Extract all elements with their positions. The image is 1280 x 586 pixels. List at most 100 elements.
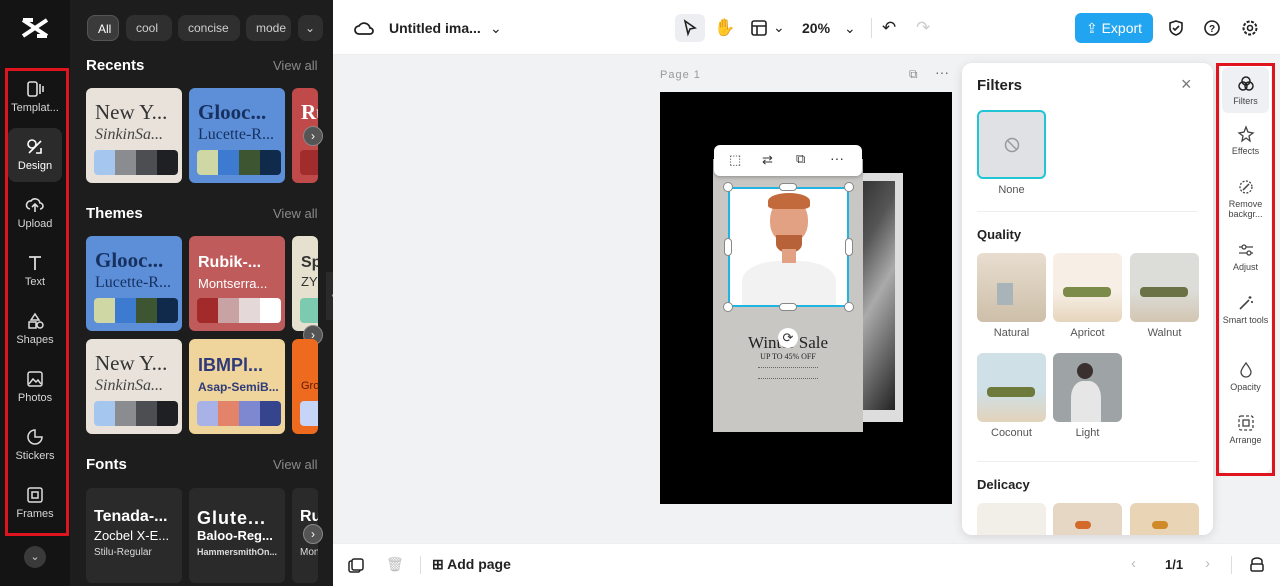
chip-modern[interactable]: mode [246, 15, 291, 41]
canvas-page[interactable]: Winter Sale UP TO 45% OFF ⟳ ⬚ ⇄ ⧉ ··· [660, 92, 952, 504]
export-button[interactable]: ⇪ Export [1075, 13, 1153, 43]
add-page-button[interactable]: ⊞ Add page [432, 556, 511, 573]
theme-card[interactable]: IBMPl... Asap-SemiB... [189, 339, 285, 434]
theme-card[interactable]: New Y... SinkinSa... [86, 339, 182, 434]
font-pair-2: Stilu-Regular [94, 547, 152, 558]
export-label: Export [1101, 20, 1143, 36]
rail-photos[interactable]: Photos [8, 360, 62, 414]
hand-tool-button[interactable]: ✋ [713, 14, 737, 42]
card-title: Glooc... [95, 248, 164, 272]
font-card[interactable]: Glute... Baloo-Reg... HammersmithOn... [189, 488, 285, 583]
arrange-icon [1237, 415, 1254, 431]
rail-text[interactable]: Text [8, 244, 62, 298]
recents-next-button[interactable]: › [303, 126, 323, 146]
card-title: New Y... [95, 100, 168, 124]
redo-button[interactable]: ↷ [916, 14, 930, 42]
fonts-next-button[interactable]: › [303, 524, 323, 544]
tool-smart-tools[interactable]: Smart tools [1222, 294, 1269, 325]
filter-apricot[interactable] [1053, 253, 1122, 322]
zoom-level[interactable]: 20% [802, 14, 830, 42]
font-pair: Zocbel X-E... [94, 528, 170, 543]
tool-label: Remove backgr... [1228, 199, 1263, 219]
theme-card[interactable]: Sp ZY [292, 236, 318, 331]
poster-subtitle[interactable]: UP TO 45% OFF [713, 352, 863, 361]
filter-delicacy[interactable] [977, 503, 1046, 535]
filter-delicacy[interactable] [1053, 503, 1122, 535]
filter-coconut[interactable] [977, 353, 1046, 422]
rail-design[interactable]: Design [8, 128, 62, 182]
tool-opacity[interactable]: Opacity [1222, 361, 1269, 392]
previous-page-icon[interactable]: ‹ [1131, 555, 1136, 572]
bottom-bar: 🗑 ⊞ Add page ‹ 1/1 › [333, 543, 1280, 586]
resize-handle[interactable] [845, 238, 853, 256]
resize-handle[interactable] [723, 302, 733, 312]
theme-card[interactable]: Rubik-... Montserra... [189, 236, 285, 331]
rail-stickers[interactable]: Stickers [8, 418, 62, 472]
page-more-icon[interactable]: ··· [935, 64, 949, 80]
rail-shapes[interactable]: Shapes [8, 302, 62, 356]
theme-card[interactable]: Gro [292, 339, 318, 434]
resize-handle[interactable] [844, 182, 854, 192]
replace-icon[interactable]: ⇄ [762, 152, 773, 168]
copy-icon[interactable]: ⧉ [796, 151, 805, 167]
recents-view-all[interactable]: View all [273, 58, 318, 73]
close-icon[interactable]: × [1181, 74, 1192, 95]
document-title[interactable]: Untitled ima... [389, 14, 481, 42]
chip-concise[interactable]: concise [178, 15, 240, 41]
rail-label: Upload [17, 218, 53, 230]
help-icon[interactable]: ? [1203, 14, 1221, 42]
resize-handle[interactable] [723, 182, 733, 192]
layers-icon[interactable] [1249, 557, 1265, 573]
top-bar: Untitled ima... ⌄ ✋ ⌄ 20% ⌄ ↶ ↷ ⇪ Export… [333, 0, 1280, 55]
pages-icon[interactable] [348, 558, 364, 574]
selection-box[interactable] [728, 187, 849, 307]
chip-expand-button[interactable]: ⌄ [298, 15, 323, 41]
undo-button[interactable]: ↶ [882, 14, 896, 42]
shield-icon[interactable] [1167, 14, 1185, 42]
layout-button[interactable]: ⌄ [751, 14, 787, 42]
chevron-down-icon: ⌄ [773, 19, 785, 35]
filter-natural[interactable] [977, 253, 1046, 322]
resize-handle[interactable] [779, 303, 797, 311]
resize-handle[interactable] [724, 238, 732, 256]
chevron-down-icon[interactable]: ⌄ [490, 14, 502, 42]
filter-light[interactable] [1053, 353, 1122, 422]
resize-handle[interactable] [844, 302, 854, 312]
more-icon[interactable]: ··· [830, 150, 844, 166]
tool-arrange[interactable]: Arrange [1222, 414, 1269, 445]
chip-cool[interactable]: cool [126, 15, 172, 41]
rotate-icon[interactable]: ⟳ [778, 328, 798, 348]
card-title: Rubik-... [198, 254, 262, 271]
fonts-view-all[interactable]: View all [273, 457, 318, 472]
font-card[interactable]: Tenada-... Zocbel X-E... Stilu-Regular [86, 488, 182, 583]
rail-label: Shapes [16, 334, 54, 346]
font-name: Glute... [197, 508, 267, 528]
chevron-down-icon[interactable]: ⌄ [24, 546, 46, 568]
resize-handle[interactable] [779, 183, 797, 191]
tool-filters[interactable]: Filters [1222, 67, 1269, 113]
tool-adjust[interactable]: Adjust [1222, 241, 1269, 272]
crop-icon[interactable]: ⬚ [729, 152, 741, 168]
rail-frames[interactable]: Frames [8, 476, 62, 530]
themes-view-all[interactable]: View all [273, 206, 318, 221]
theme-card[interactable]: Glooc... Lucette-R... [86, 236, 182, 331]
duplicate-page-icon[interactable]: ⧉ [909, 67, 918, 82]
chevron-down-icon[interactable]: ⌄ [844, 14, 856, 42]
filter-walnut[interactable] [1130, 253, 1199, 322]
next-page-icon[interactable]: › [1205, 555, 1210, 572]
recent-card[interactable]: Glooc... Lucette-R... [189, 88, 285, 183]
page-label: Page 1 [660, 69, 701, 81]
filter-delicacy[interactable] [1130, 503, 1199, 535]
delete-icon[interactable]: 🗑 [386, 556, 404, 573]
chip-all[interactable]: All [87, 15, 119, 41]
filter-none[interactable] [977, 110, 1046, 179]
select-tool-button[interactable] [675, 14, 705, 42]
settings-gear-icon[interactable] [1241, 14, 1259, 42]
delicacy-title: Delicacy [977, 477, 1030, 492]
tool-effects[interactable]: Effects [1222, 125, 1269, 156]
rail-upload[interactable]: Upload [8, 186, 62, 240]
cloud-save-icon[interactable] [353, 14, 375, 42]
tool-remove-background[interactable]: Remove backgr... [1222, 178, 1269, 219]
rail-templates[interactable]: Templat... [8, 70, 62, 124]
recent-card[interactable]: New Y... SinkinSa... [86, 88, 182, 183]
